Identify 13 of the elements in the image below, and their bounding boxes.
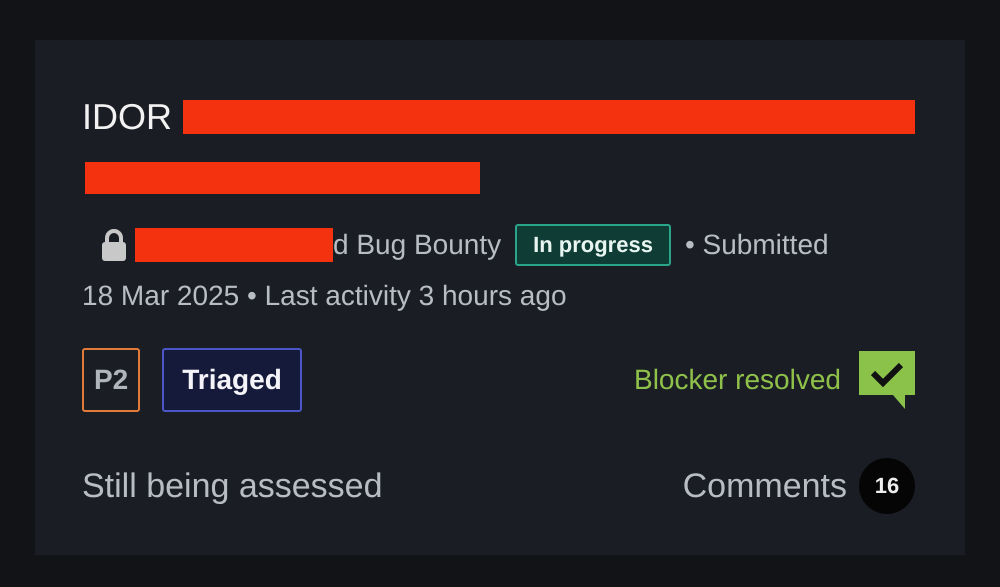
priority-badge: P2 <box>82 348 140 412</box>
status-badge: In progress <box>515 224 671 266</box>
program-name: d Bug Bounty <box>333 229 502 261</box>
state-badge: Triaged <box>162 348 302 412</box>
check-icon <box>859 351 915 409</box>
assessment-status: Still being assessed <box>82 466 383 506</box>
report-title: IDOR <box>82 96 172 138</box>
submitted-label: • Submitted <box>684 229 829 261</box>
comments-count: 16 <box>859 458 915 514</box>
date-line: 18 Mar 2025 • Last activity 3 hours ago <box>82 280 567 312</box>
blocker-status: Blocker resolved <box>634 364 841 396</box>
comments-label: Comments <box>682 466 847 506</box>
lock-icon <box>100 229 128 261</box>
